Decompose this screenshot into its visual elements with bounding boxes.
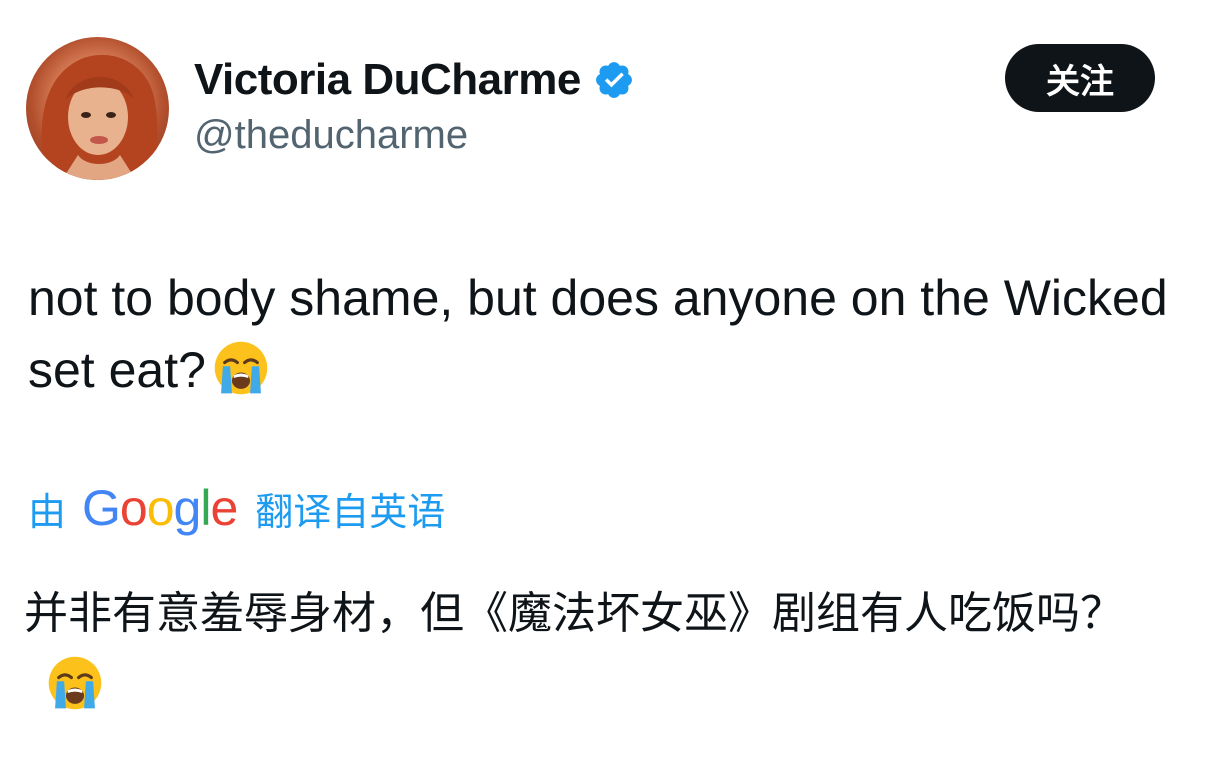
follow-button[interactable]: 关注 (1005, 44, 1155, 112)
tweet-body: not to body shame, but does anyone on th… (28, 262, 1178, 406)
translation-suffix: 翻译自英语 (255, 489, 446, 534)
google-logo-icon: Google (82, 480, 238, 536)
translation-prefix: 由 (28, 489, 67, 534)
translation-attribution[interactable]: 由 Google 翻译自英语 (28, 478, 445, 538)
translated-text: 并非有意羞辱身材，但《魔法坏女巫》剧组有人吃饭吗？ (24, 588, 1124, 639)
verified-badge-icon[interactable] (593, 59, 635, 101)
loudly-crying-face-icon (212, 339, 270, 397)
tweet-text: not to body shame, but does anyone on th… (28, 270, 1168, 398)
avatar[interactable] (26, 37, 169, 180)
profile-photo-icon (41, 54, 158, 180)
loudly-crying-face-icon (46, 654, 104, 712)
tweet-card: Victoria DuCharme @theducharme 关注 not to… (0, 0, 1206, 762)
author-handle[interactable]: @theducharme (194, 113, 468, 158)
translated-body: 并非有意羞辱身材，但《魔法坏女巫》剧组有人吃饭吗？ (24, 578, 1184, 722)
author-name-row: Victoria DuCharme (194, 50, 635, 110)
author-display-name[interactable]: Victoria DuCharme (194, 55, 581, 105)
